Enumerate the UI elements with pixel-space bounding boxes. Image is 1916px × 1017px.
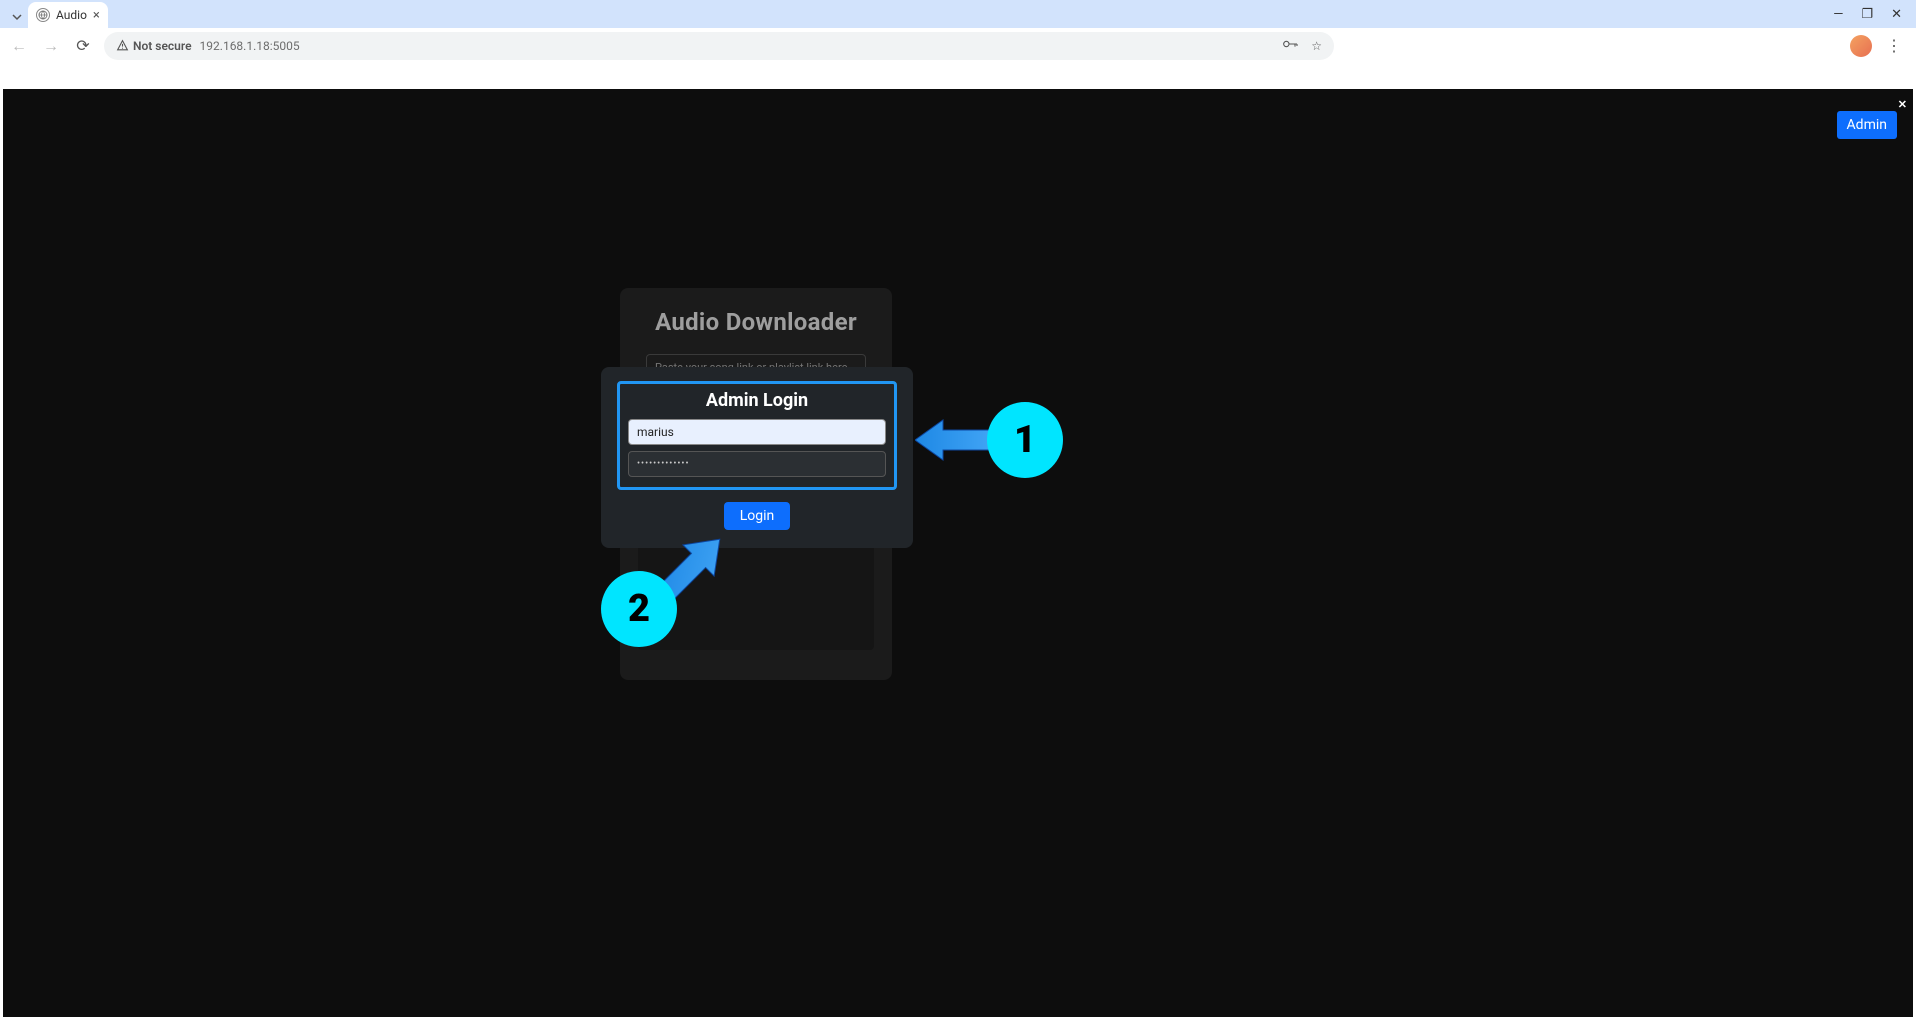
username-value: marius <box>637 425 674 439</box>
profile-avatar[interactable] <box>1850 35 1872 57</box>
annotation-arrow-1 <box>915 415 995 465</box>
password-field[interactable]: ••••••••••••• <box>628 451 886 477</box>
password-key-icon[interactable] <box>1283 38 1299 53</box>
not-secure-label: Not secure <box>133 39 192 53</box>
username-field[interactable]: marius <box>628 419 886 445</box>
annotation-highlight-1: Admin Login marius ••••••••••••• <box>617 381 897 490</box>
close-window-icon[interactable]: ✕ <box>1891 7 1902 22</box>
globe-icon <box>36 8 50 22</box>
annotation-step-1-label: 1 <box>1014 418 1036 462</box>
forward-icon: → <box>40 35 62 57</box>
tab-strip: Audio × <box>0 0 1916 28</box>
app-title: Audio Downloader <box>638 308 874 336</box>
window-controls: — ❐ ✕ <box>1819 0 1916 28</box>
not-secure-badge: Not secure <box>116 39 192 53</box>
close-icon[interactable]: × <box>93 8 100 23</box>
page-body: Admin ✕ Audio Downloader Admin Login mar… <box>3 89 1913 1017</box>
back-icon[interactable]: ← <box>8 35 30 57</box>
bookmark-star-icon[interactable]: ☆ <box>1311 39 1322 53</box>
admin-button-label: Admin <box>1847 117 1887 133</box>
address-bar[interactable]: Not secure 192.168.1.18:5005 ☆ <box>104 32 1334 60</box>
admin-button[interactable]: Admin <box>1837 111 1897 139</box>
annotation-step-1: 1 <box>987 402 1063 478</box>
tab-title: Audio <box>56 8 87 22</box>
close-icon[interactable]: ✕ <box>1898 98 1907 111</box>
kebab-menu-icon[interactable]: ⋮ <box>1886 36 1902 55</box>
password-value: ••••••••••••• <box>637 459 689 469</box>
tab-list-dropdown-icon[interactable] <box>6 6 28 28</box>
browser-tab[interactable]: Audio × <box>28 2 108 28</box>
reload-icon[interactable]: ⟳ <box>72 35 94 57</box>
viewport: Admin ✕ Audio Downloader Admin Login mar… <box>0 63 1916 1017</box>
annotation-step-2: 2 <box>601 571 677 647</box>
browser-toolbar: ← → ⟳ Not secure 192.168.1.18:5005 ☆ ⋮ <box>0 28 1916 63</box>
modal-title: Admin Login <box>628 390 886 411</box>
annotation-step-2-label: 2 <box>628 587 650 631</box>
maximize-icon[interactable]: ❐ <box>1861 7 1873 22</box>
minimize-icon[interactable]: — <box>1833 7 1843 22</box>
url-text: 192.168.1.18:5005 <box>200 39 300 53</box>
